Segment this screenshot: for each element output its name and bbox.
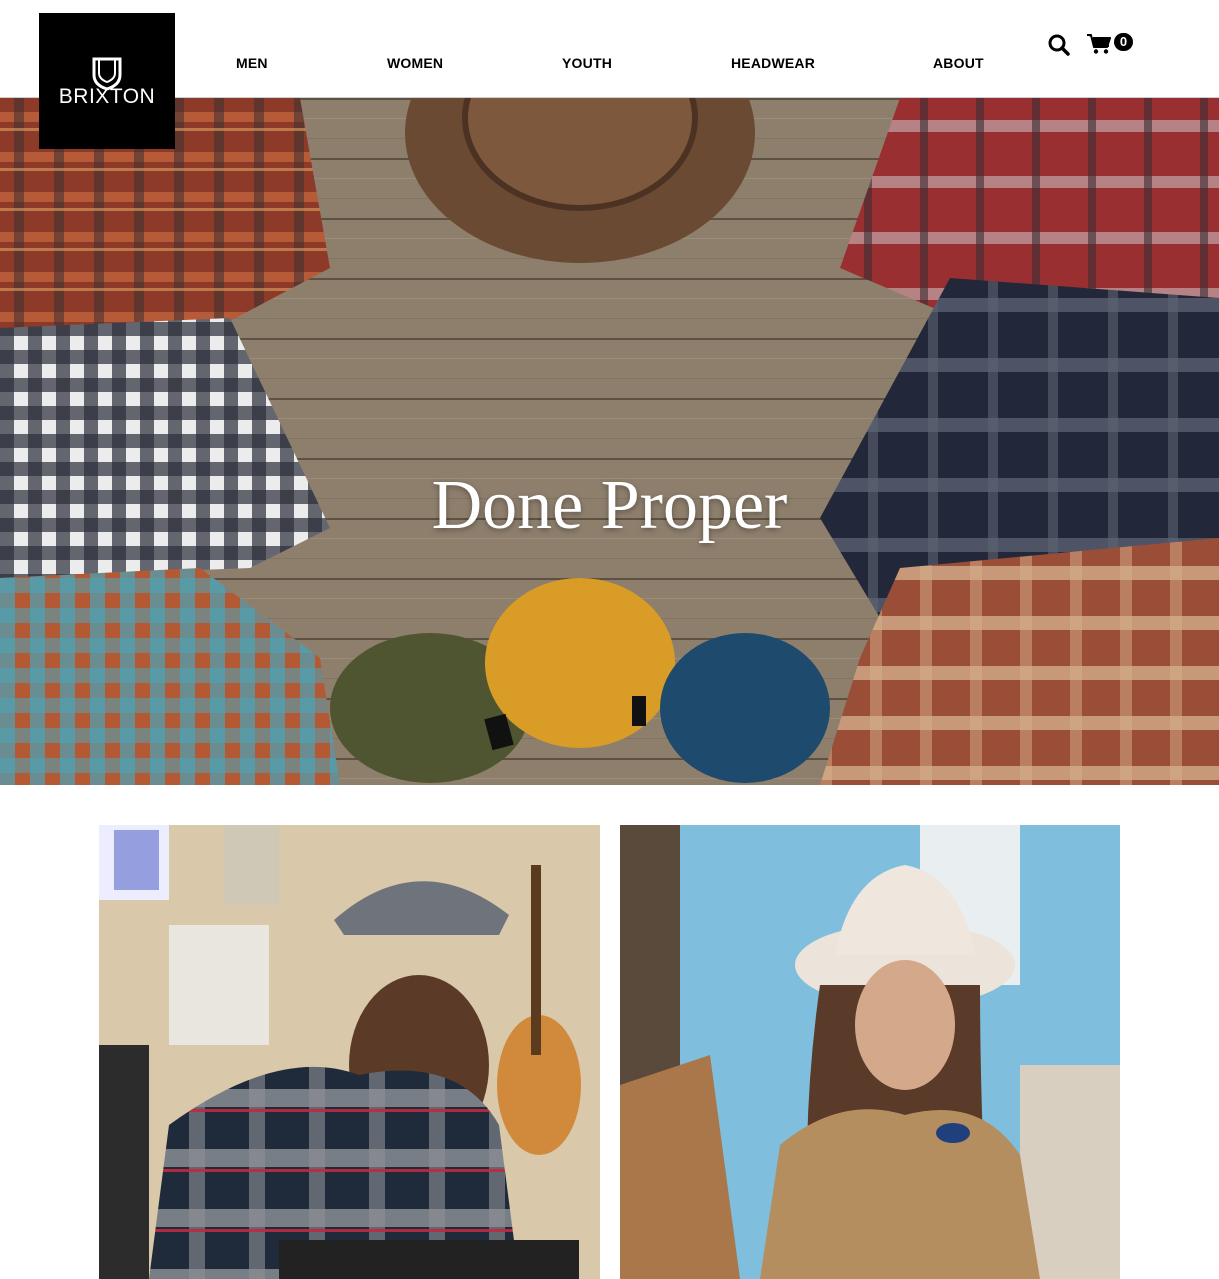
promo-image-women <box>620 825 1120 1279</box>
logo-text: BRIXTON <box>58 85 156 108</box>
site-header: MEN WOMEN YOUTH HEADWEAR ABOUT 0 <box>0 0 1219 98</box>
nav-item-about[interactable]: ABOUT <box>933 55 984 71</box>
nav-item-headwear[interactable]: HEADWEAR <box>731 55 815 71</box>
nav-item-women[interactable]: WOMEN <box>387 55 443 71</box>
shield-icon <box>92 57 122 91</box>
nav-item-youth[interactable]: YOUTH <box>562 55 612 71</box>
brand-logo[interactable]: BRIXTON <box>39 13 175 149</box>
hero-image <box>0 98 1219 785</box>
promo-image-men <box>99 825 600 1279</box>
hero-title: Done Proper <box>431 467 788 544</box>
cart-icon[interactable] <box>1087 33 1111 55</box>
nav-item-men[interactable]: MEN <box>236 55 268 71</box>
promo-tile-men[interactable] <box>99 825 600 1279</box>
search-icon[interactable] <box>1047 33 1071 57</box>
promo-tile-women[interactable] <box>620 825 1120 1279</box>
hero-banner[interactable]: Done Proper <box>0 98 1219 785</box>
cart-count-badge[interactable]: 0 <box>1114 33 1133 51</box>
